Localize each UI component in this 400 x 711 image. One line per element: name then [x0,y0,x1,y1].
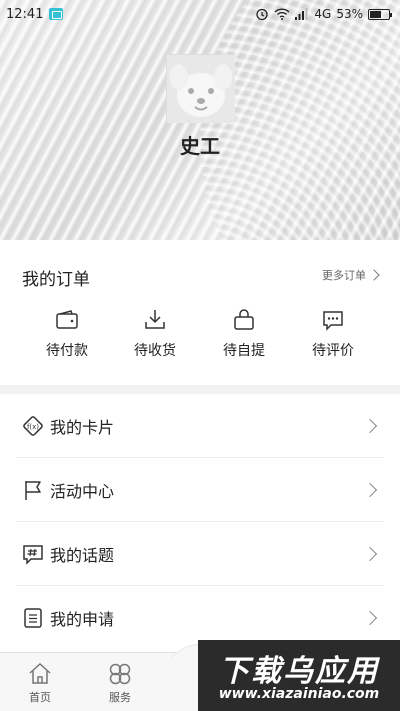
dog-face-icon [167,55,235,123]
more-orders-label: 更多订单 [322,269,366,282]
more-orders-link[interactable]: 更多订单 [322,267,380,283]
signal-icon [295,8,308,20]
svg-text:f(x): f(x) [27,423,39,431]
wallet-icon [56,310,78,329]
menu-item-activity-center[interactable]: 活动中心 [0,458,400,522]
nav-service[interactable]: 服务 [90,661,150,705]
document-icon [24,608,42,628]
watermark-url: www.xiazainiao.com [218,686,380,702]
avatar[interactable] [166,54,235,123]
order-pending-payment[interactable]: 待付款 [22,308,112,360]
flag-icon [25,481,41,500]
grid-icon [109,663,131,685]
order-pending-receipt[interactable]: 待收货 [110,308,200,360]
wifi-icon [274,8,290,20]
user-name: 史工 [180,134,220,158]
chevron-right-icon [362,482,378,498]
nav-home[interactable]: 首页 [10,661,70,705]
order-item-label: 待自提 [223,343,265,359]
watermark: 下载乌应用 www.xiazainiao.com [198,640,400,711]
battery-percent: 53% [336,7,363,21]
nav-label: 服务 [109,691,131,704]
alarm-icon [256,8,269,21]
order-item-label: 待收货 [134,343,176,359]
menu-list: f(x) 我的卡片 活动中心 我的话题 我的申请 [0,394,400,652]
orders-title: 我的订单 [22,270,90,290]
chevron-right-icon [362,546,378,562]
order-item-label: 待付款 [46,343,88,359]
chevron-right-icon [368,269,380,281]
status-bar: 12:41 4G 53% [0,0,400,28]
nav-label: 首页 [29,691,51,704]
watermark-title: 下载乌应用 [219,654,379,689]
menu-item-label: 我的卡片 [50,418,115,437]
notification-app-icon [49,8,64,20]
comment-icon [323,311,343,331]
hashtag-icon [23,545,43,565]
orders-card: 我的订单 更多订单 待付款 待收货 待自提 待评价 [0,240,400,385]
menu-item-label: 活动中心 [50,482,115,501]
chevron-right-icon [362,610,378,626]
menu-item-label: 我的申请 [50,610,115,629]
status-time: 12:41 [6,6,44,22]
menu-item-my-topics[interactable]: 我的话题 [0,522,400,586]
download-icon [145,310,165,329]
bag-icon [234,309,254,330]
battery-icon [368,8,392,20]
menu-item-my-cards[interactable]: f(x) 我的卡片 [0,394,400,458]
menu-item-label: 我的话题 [50,546,115,565]
network-type: 4G [314,7,332,21]
home-icon [29,662,51,684]
order-pending-review[interactable]: 待评价 [288,308,378,360]
card-icon: f(x) [23,416,43,436]
order-pending-pickup[interactable]: 待自提 [199,308,289,360]
order-item-label: 待评价 [312,343,354,359]
chevron-right-icon [362,418,378,434]
